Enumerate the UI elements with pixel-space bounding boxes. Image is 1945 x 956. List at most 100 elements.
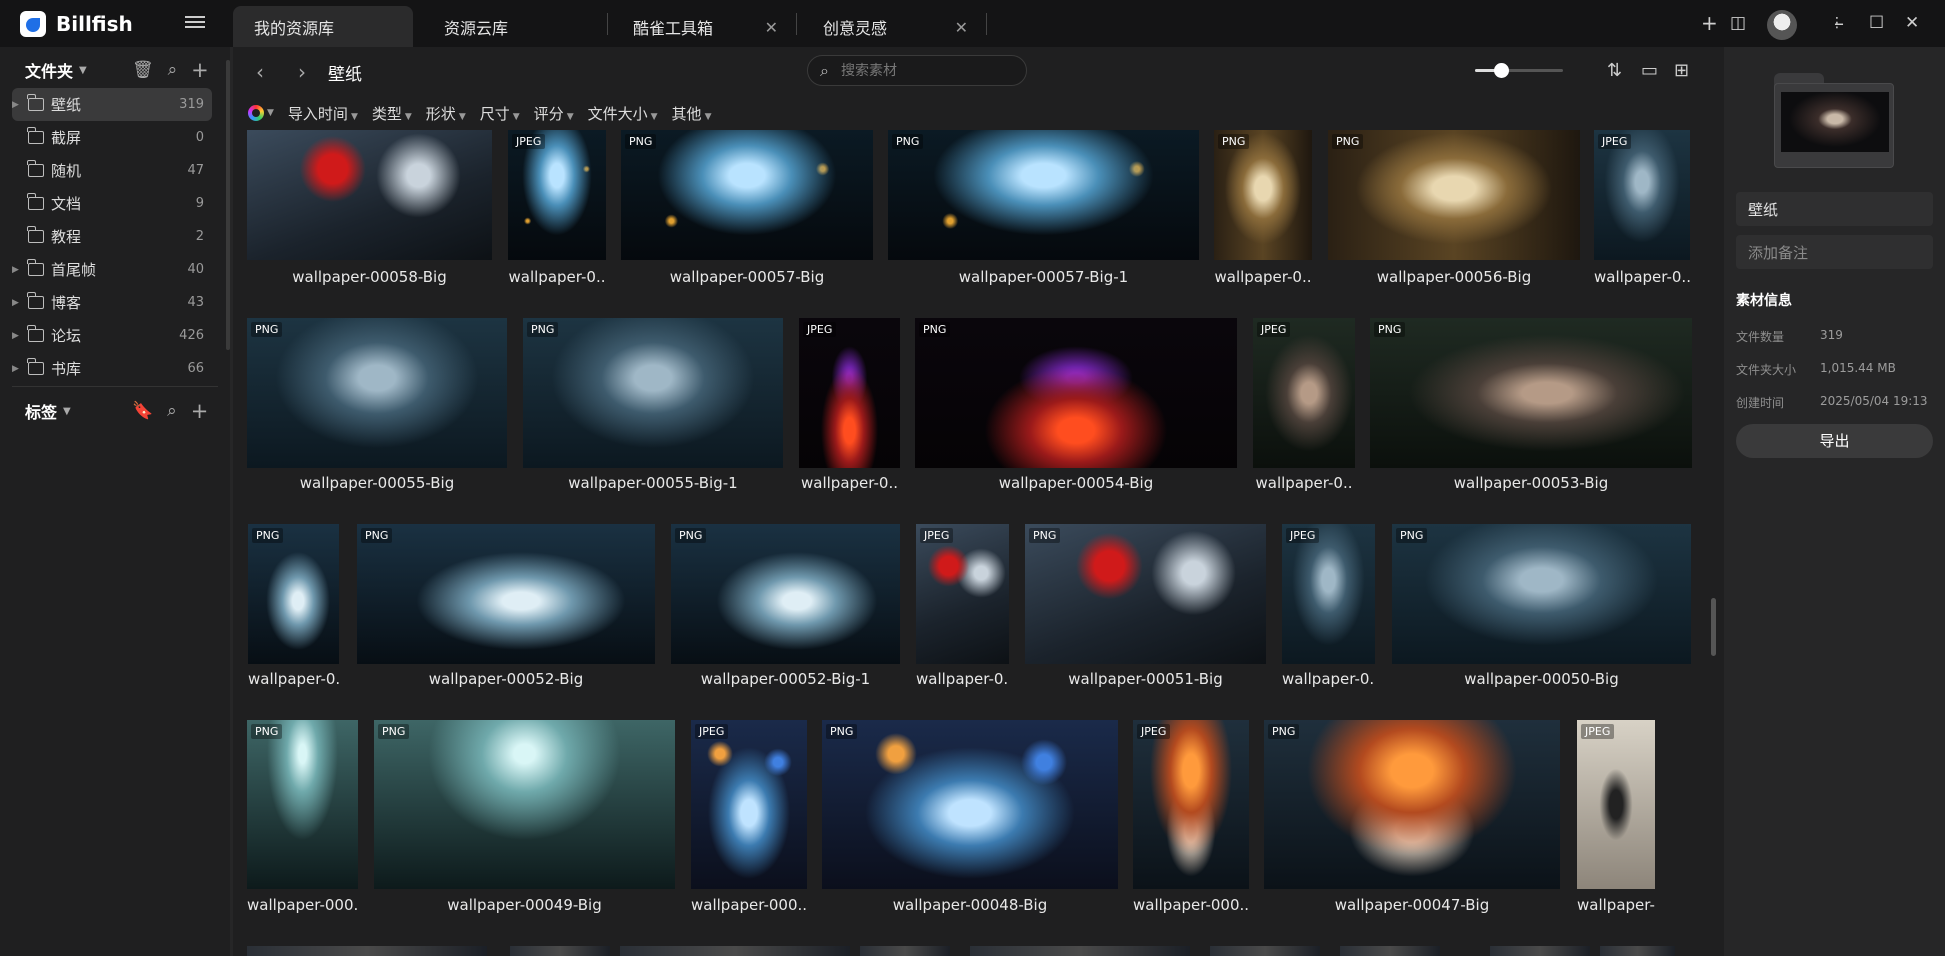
- asset-thumbnail[interactable]: PNG: [248, 524, 339, 664]
- close-icon[interactable]: ✕: [765, 18, 778, 37]
- asset-card-partial[interactable]: [247, 946, 487, 956]
- asset-card[interactable]: PNG wallpaper-00055-Big: [247, 318, 507, 496]
- asset-card[interactable]: PNG wallpaper-00057-Big: [621, 130, 873, 290]
- asset-card[interactable]: JPEG wallpaper-0..: [1282, 524, 1375, 692]
- close-icon[interactable]: ✕: [955, 18, 968, 37]
- asset-thumbnail[interactable]: JPEG: [1133, 720, 1249, 889]
- search-input[interactable]: [838, 61, 999, 80]
- sort-icon[interactable]: ⇅: [1607, 60, 1622, 81]
- asset-thumbnail[interactable]: JPEG: [916, 524, 1009, 664]
- asset-thumbnail[interactable]: JPEG: [691, 720, 807, 889]
- asset-card[interactable]: PNG wallpaper-00053-Big: [1370, 318, 1692, 496]
- asset-thumbnail[interactable]: JPEG: [1594, 130, 1690, 260]
- asset-card[interactable]: JPEG wallpaper-000..: [1577, 720, 1655, 918]
- asset-card[interactable]: JPEG wallpaper-000..: [691, 720, 807, 918]
- grid-scrollbar[interactable]: [1711, 598, 1716, 656]
- asset-card[interactable]: PNG wallpaper-0..: [248, 524, 339, 692]
- folder-item[interactable]: ▶ 书库 66: [12, 352, 212, 385]
- folder-item[interactable]: ▶ 论坛 426: [12, 319, 212, 352]
- asset-card[interactable]: JPEG wallpaper-0..: [916, 524, 1009, 692]
- asset-thumbnail[interactable]: JPEG: [1282, 524, 1375, 664]
- asset-thumbnail[interactable]: PNG: [247, 720, 358, 889]
- tags-section-header[interactable]: 标签 ▼: [25, 399, 71, 423]
- asset-card-partial[interactable]: [970, 946, 1190, 956]
- asset-card[interactable]: PNG wallpaper-00054-Big: [915, 318, 1237, 496]
- asset-thumbnail[interactable]: PNG: [1328, 130, 1580, 260]
- asset-card[interactable]: PNG wallpaper-00056-Big: [1328, 130, 1580, 290]
- folder-item[interactable]: ▶ 壁纸 319: [12, 88, 212, 121]
- color-filter[interactable]: ▼: [248, 105, 274, 121]
- asset-thumbnail[interactable]: PNG: [1025, 524, 1266, 664]
- add-icon[interactable]: +: [191, 399, 209, 423]
- asset-thumbnail[interactable]: PNG: [1264, 720, 1560, 889]
- expand-arrow-icon[interactable]: ▶: [12, 331, 19, 341]
- note-field[interactable]: 添加备注: [1736, 235, 1933, 269]
- expand-arrow-icon[interactable]: ▶: [12, 298, 19, 308]
- asset-card-partial[interactable]: [1600, 946, 1675, 956]
- folder-item[interactable]: 文档 9: [12, 187, 212, 220]
- back-arrow-icon[interactable]: ‹: [256, 60, 264, 84]
- asset-card[interactable]: PNG wallpaper-000..: [247, 720, 358, 918]
- asset-thumbnail[interactable]: PNG: [1370, 318, 1692, 468]
- folder-item[interactable]: 教程 2: [12, 220, 212, 253]
- filter-rating[interactable]: 评分 ▼: [534, 103, 574, 124]
- tab-toolbox[interactable]: 酷雀工具箱 ✕: [612, 6, 792, 47]
- folders-section-header[interactable]: 文件夹 ▼: [25, 58, 87, 82]
- minimize-icon[interactable]: –: [1834, 12, 1844, 34]
- tab-inspiration[interactable]: 创意灵感 ✕: [802, 6, 982, 47]
- asset-thumbnail[interactable]: [247, 130, 492, 260]
- folder-item[interactable]: 截屏 0: [12, 121, 212, 154]
- asset-card[interactable]: PNG wallpaper-00049-Big: [374, 720, 675, 918]
- asset-card-partial[interactable]: [510, 946, 610, 956]
- asset-card[interactable]: PNG wallpaper-00050-Big: [1392, 524, 1691, 692]
- search-icon[interactable]: ⌕: [168, 60, 178, 80]
- tab-cloud-library[interactable]: 资源云库: [423, 6, 603, 47]
- asset-thumbnail[interactable]: PNG: [671, 524, 900, 664]
- filter-size[interactable]: 尺寸 ▼: [480, 103, 520, 124]
- asset-card[interactable]: JPEG wallpaper-0..: [1253, 318, 1355, 496]
- user-avatar[interactable]: [1767, 10, 1797, 40]
- asset-card[interactable]: JPEG wallpaper-0..: [1594, 130, 1690, 290]
- asset-thumbnail[interactable]: JPEG: [1577, 720, 1655, 889]
- asset-card-partial[interactable]: [860, 946, 950, 956]
- expand-arrow-icon[interactable]: ▶: [12, 364, 19, 374]
- asset-card[interactable]: PNG wallpaper-0..: [1214, 130, 1312, 290]
- asset-thumbnail[interactable]: PNG: [523, 318, 783, 468]
- asset-card[interactable]: JPEG wallpaper-0..: [508, 130, 606, 290]
- folder-item[interactable]: ▶ 首尾帧 40: [12, 253, 212, 286]
- asset-thumbnail[interactable]: JPEG: [1253, 318, 1355, 468]
- expand-arrow-icon[interactable]: ▶: [12, 100, 19, 110]
- filter-other[interactable]: 其他 ▼: [672, 103, 712, 124]
- folder-item[interactable]: 随机 47: [12, 154, 212, 187]
- asset-thumbnail[interactable]: PNG: [888, 130, 1199, 260]
- asset-card[interactable]: JPEG wallpaper-0..: [799, 318, 900, 496]
- folder-name-field[interactable]: 壁纸: [1736, 192, 1933, 226]
- asset-card[interactable]: PNG wallpaper-00057-Big-1: [888, 130, 1199, 290]
- asset-thumbnail[interactable]: PNG: [1214, 130, 1312, 260]
- search-box[interactable]: ⌕: [807, 55, 1027, 86]
- asset-card[interactable]: PNG wallpaper-00051-Big: [1025, 524, 1266, 692]
- close-window-icon[interactable]: ✕: [1905, 12, 1919, 34]
- asset-card[interactable]: PNG wallpaper-00055-Big-1: [523, 318, 783, 496]
- grid-layout-icon[interactable]: ⊞: [1674, 60, 1689, 81]
- asset-card[interactable]: PNG wallpaper-00052-Big-1: [671, 524, 900, 692]
- asset-thumbnail[interactable]: PNG: [621, 130, 873, 260]
- asset-thumbnail[interactable]: PNG: [915, 318, 1237, 468]
- maximize-icon[interactable]: ☐: [1869, 12, 1884, 34]
- asset-card-partial[interactable]: [620, 946, 850, 956]
- asset-thumbnail[interactable]: PNG: [822, 720, 1118, 889]
- thumbnail-size-slider[interactable]: [1475, 63, 1563, 78]
- asset-thumbnail[interactable]: PNG: [357, 524, 655, 664]
- preview-mode-icon[interactable]: ▭: [1641, 60, 1658, 81]
- asset-card[interactable]: PNG wallpaper-00048-Big: [822, 720, 1118, 918]
- filter-type[interactable]: 类型 ▼: [372, 103, 412, 124]
- search-icon[interactable]: ⌕: [167, 401, 177, 421]
- asset-card-partial[interactable]: [1490, 946, 1590, 956]
- new-tab-plus-icon[interactable]: +: [1701, 12, 1718, 34]
- asset-thumbnail[interactable]: PNG: [374, 720, 675, 889]
- asset-card[interactable]: PNG wallpaper-00052-Big: [357, 524, 655, 692]
- filter-file-size[interactable]: 文件大小 ▼: [588, 103, 658, 124]
- add-icon[interactable]: +: [191, 58, 209, 82]
- asset-thumbnail[interactable]: JPEG: [799, 318, 900, 468]
- filter-import-time[interactable]: 导入时间 ▼: [288, 103, 358, 124]
